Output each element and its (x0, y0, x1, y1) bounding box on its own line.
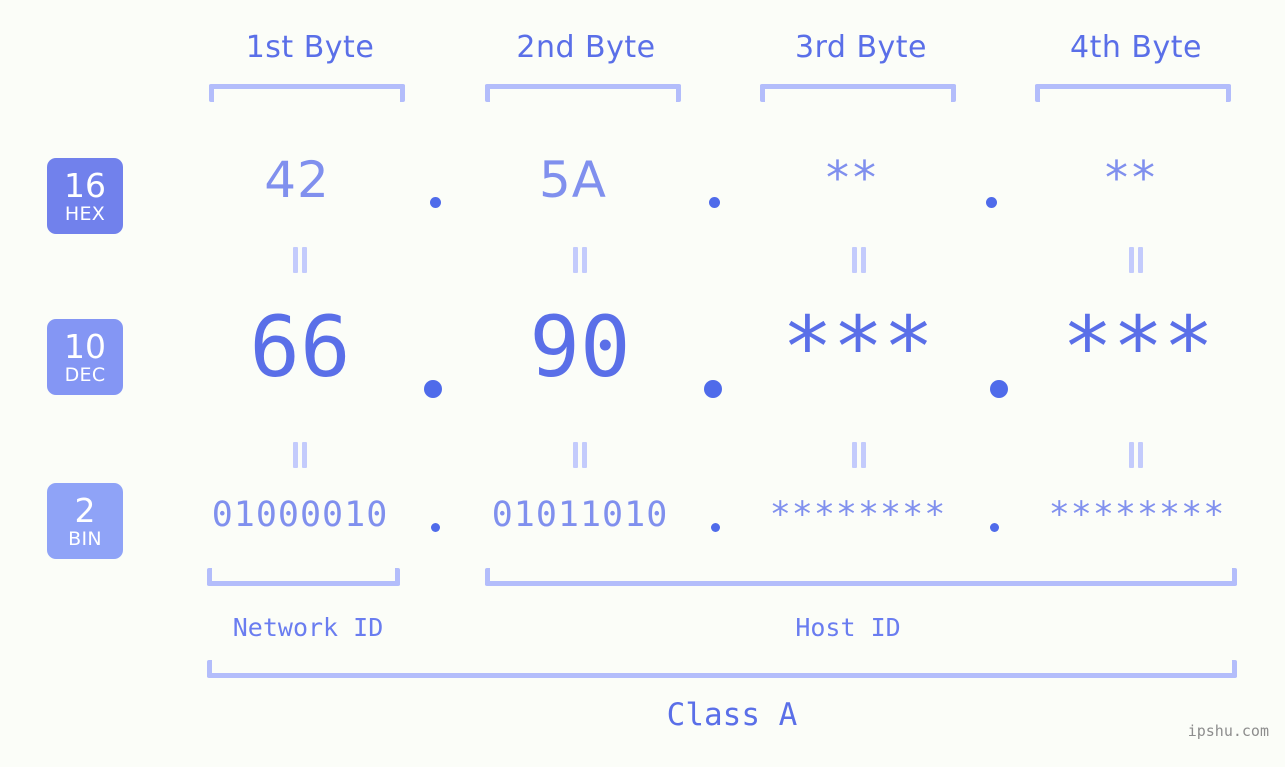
byte-label-1: 1st Byte (245, 30, 375, 65)
hex-byte-2-value: 5A (538, 151, 607, 209)
equals-icon-hex-dec-3 (851, 247, 867, 273)
radix-badge-dec-base: 10 (64, 326, 106, 366)
bin-byte-2-value: 01011010 (491, 495, 669, 535)
equals-icon-dec-bin-1 (292, 442, 308, 468)
equals-icon-dec-bin-2 (572, 442, 588, 468)
hex-byte-4-value: ** (1105, 151, 1159, 205)
dec-byte-3-value: *** (782, 298, 934, 396)
host-id-bracket (485, 568, 1237, 586)
equals-icon-dec-bin-3 (851, 442, 867, 468)
site-watermark: ipshu.com (1187, 722, 1269, 740)
network-id-bracket (207, 568, 400, 586)
class-bracket (207, 660, 1237, 678)
equals-icon-hex-dec-4 (1128, 247, 1144, 273)
radix-badge-dec: 10 DEC (47, 319, 123, 395)
radix-badge-hex: 16 HEX (47, 158, 123, 234)
radix-badge-bin-base: 2 (74, 490, 96, 530)
dec-separator-dot-3 (990, 380, 1008, 398)
bin-separator-dot-2 (711, 523, 720, 532)
radix-badge-dec-name: DEC (64, 363, 106, 386)
dec-byte-1-value: 66 (249, 298, 351, 396)
equals-icon-hex-dec-1 (292, 247, 308, 273)
radix-badge-bin: 2 BIN (47, 483, 123, 559)
host-id-label: Host ID (795, 613, 901, 642)
hex-separator-dot-2 (709, 197, 720, 208)
class-label: Class A (666, 697, 798, 733)
byte-bracket-2 (485, 84, 681, 102)
ip-address-breakdown-diagram: 1st Byte 2nd Byte 3rd Byte 4th Byte 16 H… (0, 0, 1285, 767)
byte-label-2: 2nd Byte (516, 30, 656, 65)
byte-label-4: 4th Byte (1070, 30, 1202, 65)
hex-separator-dot-3 (986, 197, 997, 208)
byte-bracket-1 (209, 84, 405, 102)
dec-byte-4-value: *** (1062, 298, 1214, 396)
radix-badge-bin-name: BIN (68, 527, 102, 550)
dec-byte-2-value: 90 (529, 298, 631, 396)
dec-separator-dot-1 (424, 380, 442, 398)
dec-separator-dot-2 (704, 380, 722, 398)
hex-byte-3-value: ** (826, 151, 880, 205)
byte-label-3: 3rd Byte (794, 30, 928, 65)
equals-icon-dec-bin-4 (1128, 442, 1144, 468)
byte-bracket-3 (760, 84, 956, 102)
bin-separator-dot-3 (990, 523, 999, 532)
hex-byte-1-value: 42 (264, 151, 330, 209)
radix-badge-hex-base: 16 (64, 165, 106, 205)
radix-badge-hex-name: HEX (64, 202, 106, 225)
byte-bracket-4 (1035, 84, 1231, 102)
bin-separator-dot-1 (431, 523, 440, 532)
hex-separator-dot-1 (430, 197, 441, 208)
network-id-label: Network ID (232, 613, 384, 642)
bin-byte-4-value: ******** (1048, 495, 1226, 535)
equals-icon-hex-dec-2 (572, 247, 588, 273)
bin-byte-1-value: 01000010 (211, 495, 389, 535)
bin-byte-3-value: ******** (769, 495, 947, 535)
